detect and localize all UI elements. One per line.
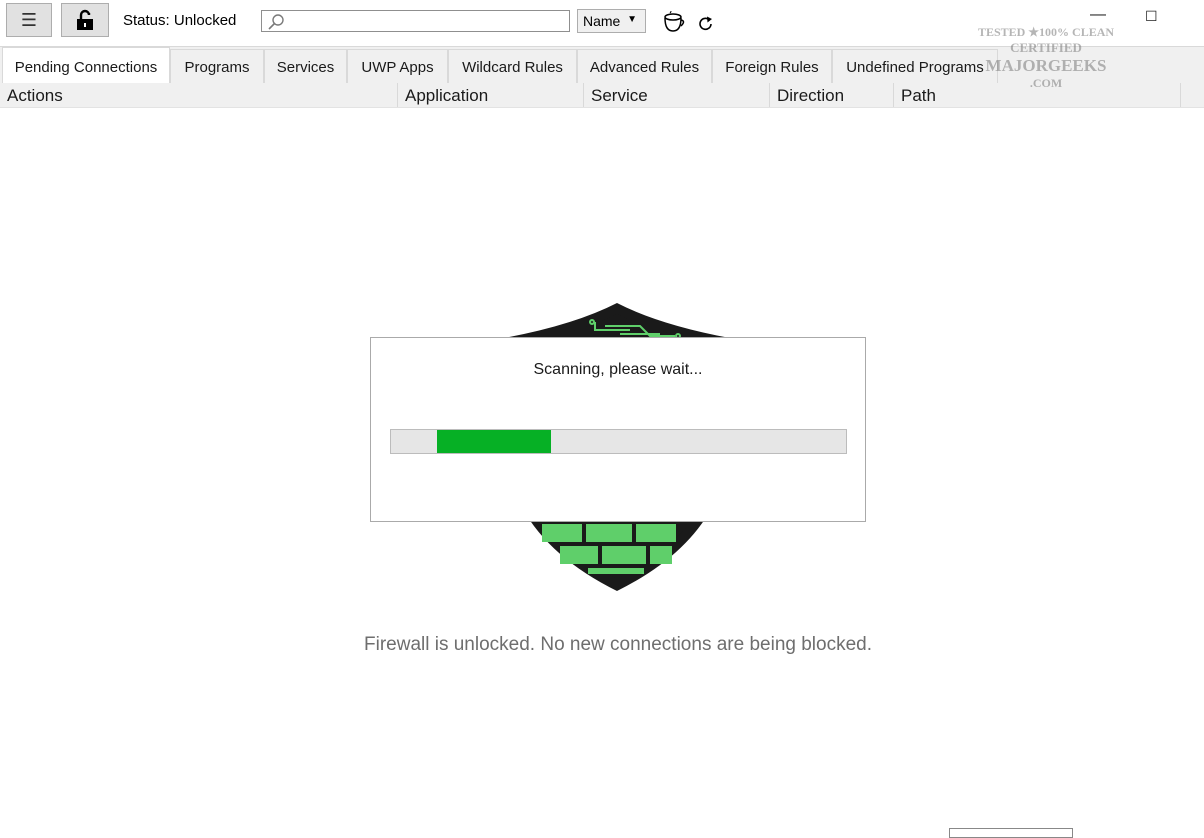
progress-bar-fill <box>437 430 551 453</box>
majorgeeks-certified-watermark: TESTED ★100% CLEAN CERTIFIED MAJORGEEKS … <box>975 25 1117 105</box>
tab-label: Advanced Rules <box>589 59 700 76</box>
tab-services[interactable]: Services <box>264 49 347 83</box>
tab-uwp-apps[interactable]: UWP Apps <box>347 49 448 83</box>
watermark-line3: MAJORGEEKS <box>985 56 1107 75</box>
tab-wildcard-rules[interactable]: Wildcard Rules <box>448 49 577 83</box>
scanning-dialog: Scanning, please wait... <box>370 337 866 522</box>
column-header-service[interactable]: Service <box>584 83 770 107</box>
tab-label: Services <box>276 59 335 76</box>
tab-label: Programs <box>184 59 250 76</box>
menu-button[interactable]: ☰ <box>6 3 52 37</box>
maximize-button[interactable]: ☐ <box>1145 8 1158 25</box>
hamburger-menu-icon: ☰ <box>20 9 38 30</box>
tab-label: Undefined Programs <box>846 59 984 76</box>
column-header-direction[interactable]: Direction <box>770 83 894 107</box>
magnifier-icon <box>268 14 284 30</box>
chevron-down-icon: ▼ <box>627 14 637 25</box>
tab-pending-connections[interactable]: Pending Connections <box>2 47 170 83</box>
search-input[interactable] <box>261 10 570 32</box>
tab-undefined-programs[interactable]: Undefined Programs <box>832 49 998 83</box>
status-label: Status: Unlocked <box>123 12 237 29</box>
tab-label: Pending Connections <box>14 59 158 76</box>
watermark-line4: .COM <box>1029 76 1063 90</box>
coffee-mug-icon[interactable] <box>661 11 687 35</box>
progress-bar <box>390 429 847 454</box>
dialog-title: Scanning, please wait... <box>533 361 703 378</box>
lock-toggle-button[interactable] <box>61 3 109 37</box>
tab-foreign-rules[interactable]: Foreign Rules <box>712 49 832 83</box>
column-header-actions[interactable]: Actions <box>0 83 398 107</box>
column-header-application[interactable]: Application <box>398 83 584 107</box>
firewall-status-message: Firewall is unlocked. No new connections… <box>364 634 872 655</box>
tab-programs[interactable]: Programs <box>170 49 264 83</box>
minimize-button[interactable]: — <box>1090 6 1106 24</box>
bottom-right-button[interactable] <box>949 828 1073 838</box>
tab-label: UWP Apps <box>361 59 434 76</box>
watermark-line1: TESTED ★100% CLEAN <box>977 25 1115 39</box>
unlocked-padlock-icon <box>77 9 93 30</box>
tab-label: Foreign Rules <box>725 59 819 76</box>
sort-value: Name <box>583 13 621 29</box>
tab-advanced-rules[interactable]: Advanced Rules <box>577 49 712 83</box>
sort-dropdown[interactable]: Name ▼ <box>577 9 646 33</box>
refresh-icon[interactable] <box>697 15 715 33</box>
watermark-line2: CERTIFIED <box>1010 40 1082 55</box>
tab-label: Wildcard Rules <box>462 59 563 76</box>
